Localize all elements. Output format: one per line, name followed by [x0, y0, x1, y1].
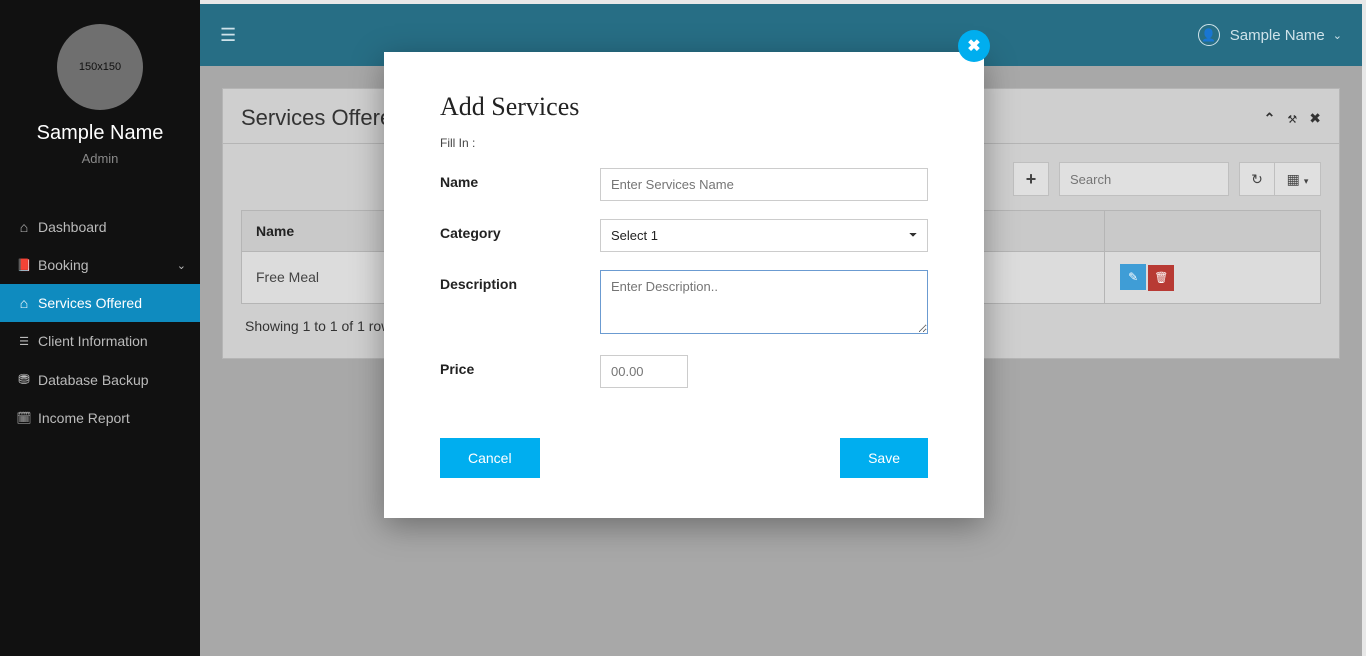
modal-close-button[interactable] [958, 30, 990, 62]
description-textarea[interactable] [600, 270, 928, 334]
cancel-button[interactable]: Cancel [440, 438, 540, 478]
label-name: Name [440, 168, 600, 190]
modal-hint: Fill In : [440, 136, 928, 150]
label-description: Description [440, 270, 600, 292]
label-price: Price [440, 355, 600, 377]
modal-actions: Cancel Save [440, 438, 928, 478]
save-button[interactable]: Save [840, 438, 928, 478]
add-services-modal: Add Services Fill In : Name Category Sel… [384, 52, 984, 518]
modal-title: Add Services [440, 92, 928, 122]
category-select[interactable]: Select 1 [600, 219, 928, 252]
close-icon [967, 36, 980, 56]
price-input[interactable] [600, 355, 688, 388]
label-category: Category [440, 219, 600, 241]
name-input[interactable] [600, 168, 928, 201]
